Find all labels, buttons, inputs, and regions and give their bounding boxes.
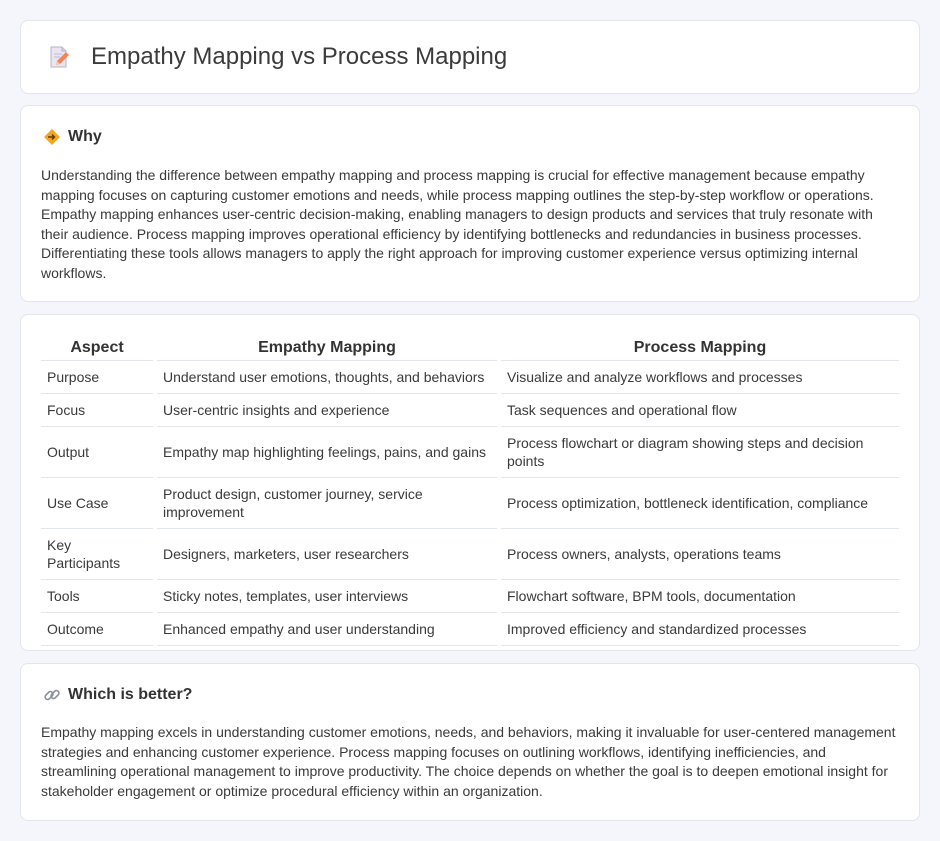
table-cell: Tools [41, 579, 155, 613]
table-row: Use Case Product design, customer journe… [41, 477, 899, 529]
table-cell: Process optimization, bottleneck identif… [497, 477, 899, 529]
column-header-aspect: Aspect [41, 335, 155, 361]
why-text: Understanding the difference between emp… [41, 167, 874, 281]
page-title: Empathy Mapping vs Process Mapping [91, 43, 508, 70]
table-cell: Focus [41, 393, 155, 427]
table-row: Focus User-centric insights and experien… [41, 393, 899, 427]
table-row: Purpose Understand user emotions, though… [41, 360, 899, 394]
comparison-table-card: Aspect Empathy Mapping Process Mapping P… [20, 314, 920, 651]
table-cell: Output [41, 426, 155, 478]
table-cell: Process owners, analysts, operations tea… [497, 528, 899, 580]
table-row: Key Participants Designers, marketers, u… [41, 528, 899, 580]
table-header-row: Aspect Empathy Mapping Process Mapping [41, 335, 899, 361]
table-cell: User-centric insights and experience [153, 393, 499, 427]
table-cell: Use Case [41, 477, 155, 529]
table-cell: Empathy map highlighting feelings, pains… [153, 426, 499, 478]
which-is-better-heading: Which is better? [68, 686, 193, 703]
table-row: Tools Sticky notes, templates, user inte… [41, 579, 899, 613]
column-header-process-mapping: Process Mapping [497, 335, 899, 361]
table-cell: Purpose [41, 360, 155, 394]
title-card: Empathy Mapping vs Process Mapping [20, 20, 920, 94]
table-cell: Enhanced empathy and user understanding [153, 612, 499, 646]
table-cell: Understand user emotions, thoughts, and … [153, 360, 499, 394]
table-cell: Designers, marketers, user researchers [153, 528, 499, 580]
document-pencil-icon [47, 45, 71, 69]
why-heading: Why [68, 128, 102, 145]
table-cell: Outcome [41, 612, 155, 646]
diamond-arrows-icon [43, 128, 61, 146]
table-cell: Improved efficiency and standardized pro… [497, 612, 899, 646]
comparison-table: Aspect Empathy Mapping Process Mapping P… [41, 335, 899, 646]
table-cell: Key Participants [41, 528, 155, 580]
table-row: Outcome Enhanced empathy and user unders… [41, 612, 899, 646]
which-is-better-text: Empathy mapping excels in understanding … [41, 724, 896, 799]
table-cell: Process flowchart or diagram showing ste… [497, 426, 899, 478]
table-cell: Task sequences and operational flow [497, 393, 899, 427]
link-icon [43, 686, 61, 704]
which-is-better-section: Which is better? Empathy mapping excels … [20, 663, 920, 821]
table-cell: Flowchart software, BPM tools, documenta… [497, 579, 899, 613]
table-cell: Visualize and analyze workflows and proc… [497, 360, 899, 394]
column-header-empathy-mapping: Empathy Mapping [153, 335, 499, 361]
why-section: Why Understanding the difference between… [20, 105, 920, 302]
table-row: Output Empathy map highlighting feelings… [41, 426, 899, 478]
table-cell: Product design, customer journey, servic… [153, 477, 499, 529]
table-cell: Sticky notes, templates, user interviews [153, 579, 499, 613]
